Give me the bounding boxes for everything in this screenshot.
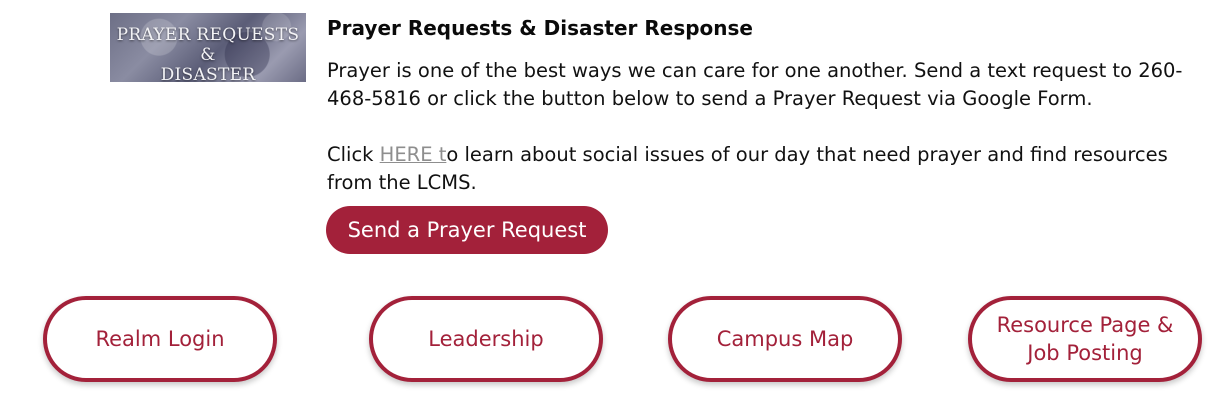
resource-page-job-posting-button[interactable]: Resource Page & Job Posting — [968, 296, 1202, 382]
realm-login-label: Realm Login — [95, 327, 225, 351]
send-prayer-request-button[interactable]: Send a Prayer Request — [326, 206, 608, 254]
resource-page-job-posting-label: Resource Page & Job Posting — [996, 313, 1174, 365]
banner-image-text-line1: PRAYER REQUESTS & — [116, 25, 300, 65]
social-issues-paragraph: Click HERE to learn about social issues … — [327, 141, 1187, 197]
section-title: Prayer Requests & Disaster Response — [327, 16, 753, 40]
social-issues-suffix: o learn about social issues of our day t… — [327, 143, 1168, 194]
social-issues-prefix: Click — [327, 143, 380, 166]
here-link[interactable]: HERE t — [380, 143, 447, 166]
campus-map-label: Campus Map — [716, 327, 854, 351]
prayer-description: Prayer is one of the best ways we can ca… — [327, 59, 1183, 110]
banner-image-text-line2: DISASTER RESPONSE — [160, 65, 256, 82]
leadership-label: Leadership — [428, 327, 544, 351]
campus-map-button[interactable]: Campus Map — [668, 296, 902, 382]
banner-image-text: PRAYER REQUESTS & DISASTER RESPONSE — [110, 25, 306, 82]
page: PRAYER REQUESTS & DISASTER RESPONSE Pray… — [0, 0, 1223, 405]
prayer-requests-banner-image: PRAYER REQUESTS & DISASTER RESPONSE — [110, 13, 306, 82]
leadership-button[interactable]: Leadership — [369, 296, 603, 382]
prayer-section: Prayer Requests & Disaster Response Pray… — [327, 14, 1197, 197]
realm-login-button[interactable]: Realm Login — [43, 296, 277, 382]
